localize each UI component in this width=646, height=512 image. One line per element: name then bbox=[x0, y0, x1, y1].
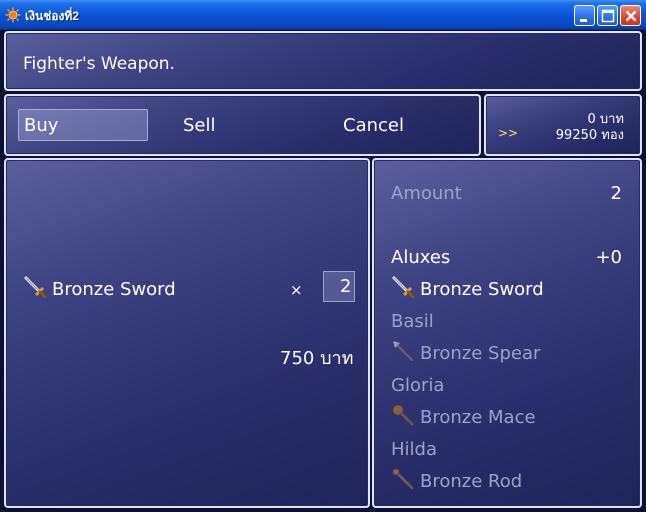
actor-name: Basil bbox=[391, 311, 434, 332]
actor-stat-change: +0 bbox=[595, 247, 622, 268]
close-button[interactable] bbox=[620, 5, 641, 26]
total-price: 750 บาท bbox=[280, 348, 354, 369]
gold-window: >> 0 บาท 99250 ทอง bbox=[484, 94, 642, 156]
rod-icon bbox=[392, 468, 414, 490]
item-name: Bronze Sword bbox=[52, 279, 176, 300]
maximize-button[interactable] bbox=[597, 5, 618, 26]
actor-name: Gloria bbox=[391, 375, 445, 396]
sword-icon bbox=[392, 276, 415, 299]
shop-status-window: Amount 2 Aluxes +0 Bronze Sword Basil Br… bbox=[372, 158, 642, 508]
spear-icon bbox=[393, 341, 413, 361]
command-window: Buy Sell Cancel bbox=[4, 94, 481, 156]
minimize-button[interactable] bbox=[574, 5, 595, 26]
sword-icon bbox=[24, 276, 47, 299]
maximize-icon bbox=[601, 9, 615, 23]
cancel-command[interactable]: Cancel bbox=[343, 115, 404, 136]
sell-command[interactable]: Sell bbox=[183, 115, 216, 136]
amount-value: 2 bbox=[610, 183, 622, 204]
actor-weapon: Bronze Spear bbox=[420, 343, 541, 364]
shop-number-window: Bronze Sword × 2 750 บาท bbox=[4, 158, 370, 508]
actor-weapon: Bronze Rod bbox=[420, 471, 523, 492]
game-screen: Fighter's Weapon. Buy Sell Cancel >> 0 บ… bbox=[0, 30, 646, 512]
quantity-value: 2 bbox=[340, 276, 352, 297]
minimize-icon bbox=[580, 19, 587, 22]
amount-label: Amount bbox=[391, 183, 462, 204]
app-sun-icon bbox=[5, 7, 21, 23]
close-icon bbox=[625, 10, 637, 22]
quantity-selector[interactable]: 2 bbox=[323, 271, 355, 302]
actor-weapon: Bronze Sword bbox=[420, 279, 544, 300]
actor-name: Aluxes bbox=[391, 247, 451, 268]
actor-weapon: Bronze Mace bbox=[420, 407, 536, 428]
help-window: Fighter's Weapon. bbox=[4, 31, 642, 91]
times-sign: × bbox=[290, 281, 303, 299]
help-text: Fighter's Weapon. bbox=[23, 54, 175, 74]
buy-command[interactable]: Buy bbox=[24, 115, 58, 136]
gold-line-2: 99250 ทอง bbox=[555, 128, 624, 143]
window-title: เงินช่องที่2 bbox=[25, 9, 79, 23]
mace-icon bbox=[392, 404, 414, 426]
gold-cursor: >> bbox=[498, 126, 519, 140]
window-titlebar: เงินช่องที่2 bbox=[0, 0, 646, 30]
actor-name: Hilda bbox=[391, 439, 437, 460]
